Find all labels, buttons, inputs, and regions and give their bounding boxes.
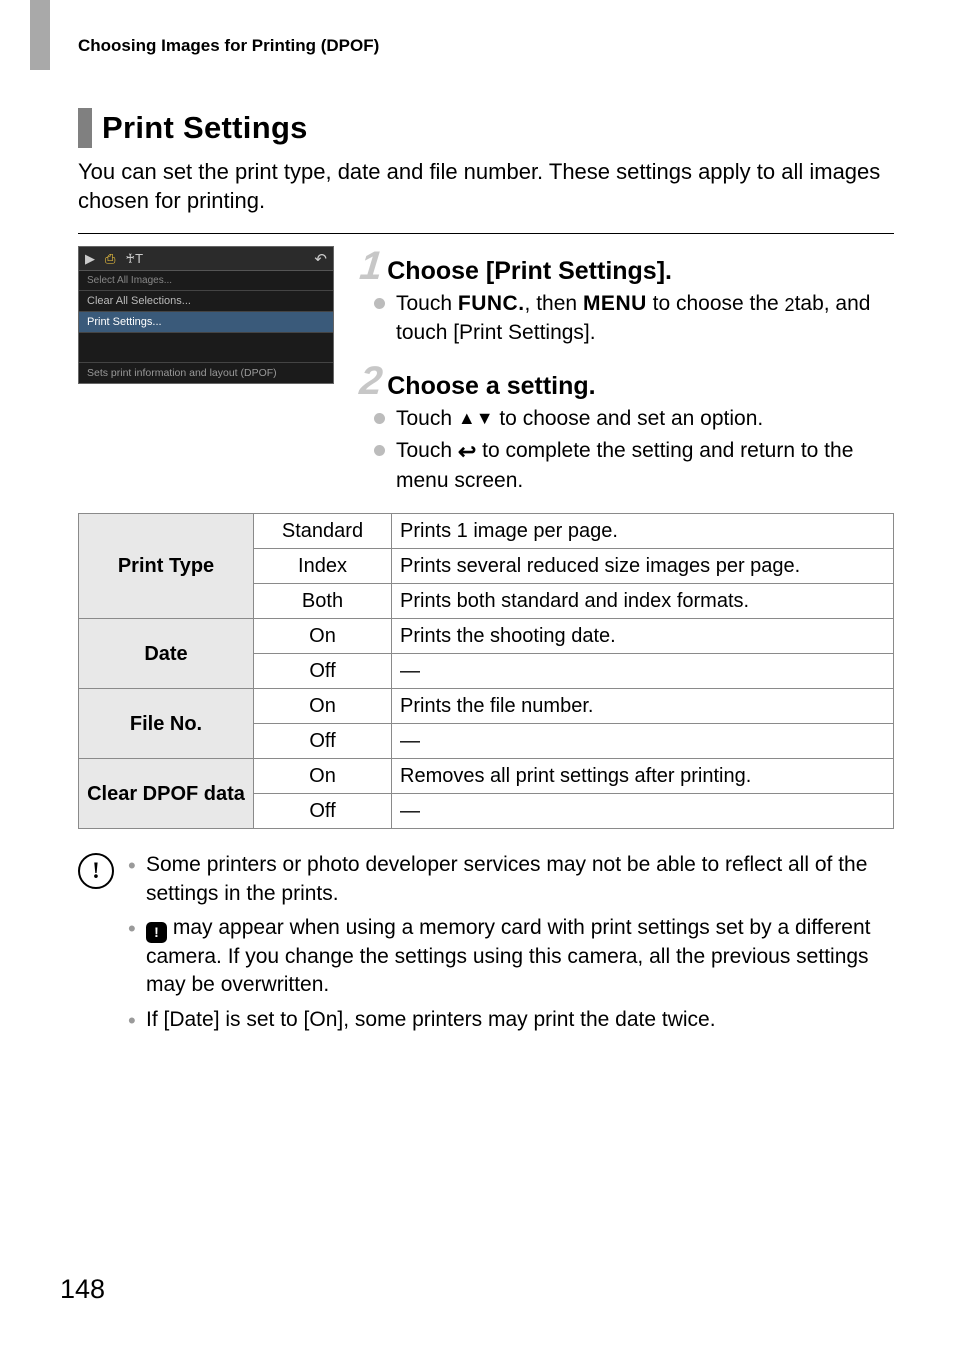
caution-icon: ! [78,853,114,889]
step-text-column: 1 Choose [Print Settings]. Touch FUNC., … [360,246,894,499]
opt-cell: Standard [254,514,392,549]
opt-cell: Off [254,724,392,759]
step-1-number: 1 [358,246,383,286]
caution-item-2: ! may appear when using a memory card wi… [128,914,894,1000]
screenshot-row-selected: Print Settings... [79,312,333,333]
side-tab [30,0,50,70]
opt-cell: Off [254,794,392,829]
step-2-bullet-2: Touch ↩ to complete the setting and retu… [396,437,894,495]
desc-cell: — [392,724,894,759]
opt-cell: On [254,619,392,654]
desc-cell: Prints the shooting date. [392,619,894,654]
steps-area: ▶ ⎙ ♰T ↶ Select All Images... Clear All … [78,246,894,499]
up-down-triangle-icon: ▲▼ [458,406,494,430]
section-accent-bar [78,108,92,148]
step-1-head: 1 Choose [Print Settings]. [360,246,894,286]
opt-cell: On [254,759,392,794]
step-2-title: Choose a setting. [387,372,595,401]
print-tab-icon: ⎙ [105,251,115,267]
screenshot-row-clear: Clear All Selections... [79,291,333,312]
caution-list: Some printers or photo developer service… [128,851,894,1040]
step-2-number: 2 [358,361,383,401]
back-icon: ↶ [314,250,327,268]
step-1-title: Choose [Print Settings]. [387,257,672,286]
step-1-bullet-1: Touch FUNC., then MENU to choose the 2 t… [396,290,894,347]
print-tab-glyph: 2 [785,293,795,317]
caution-item-3: If [Date] is set to [On], some printers … [128,1006,894,1034]
desc-cell: Prints 1 image per page. [392,514,894,549]
return-icon: ↩ [458,437,476,467]
step-2-bullets: Touch ▲▼ to choose and set an option. To… [360,405,894,495]
desc-cell: Removes all print settings after printin… [392,759,894,794]
step-1-bullets: Touch FUNC., then MENU to choose the 2 t… [360,290,894,347]
row-label-print-type: Print Type [79,514,254,619]
desc-cell: Prints the file number. [392,689,894,724]
inline-warning-icon: ! [146,922,167,943]
caution-block: ! Some printers or photo developer servi… [78,851,894,1040]
step-2-head: 2 Choose a setting. [360,361,894,401]
menu-label: MENU [583,292,647,315]
step-2-bullet-1: Touch ▲▼ to choose and set an option. [396,405,894,433]
desc-cell: — [392,654,894,689]
table-row: Clear DPOF data On Removes all print set… [79,759,894,794]
section-title: Print Settings [102,108,308,148]
opt-cell: On [254,689,392,724]
table-row: Date On Prints the shooting date. [79,619,894,654]
play-tab-icon: ▶ [85,251,95,267]
func-label: FUNC. [458,292,525,315]
screenshot-row-dim: Select All Images... [79,271,333,291]
table-row: File No. On Prints the file number. [79,689,894,724]
running-header: Choosing Images for Printing (DPOF) [78,36,894,56]
divider [78,233,894,234]
opt-cell: Both [254,584,392,619]
opt-cell: Off [254,654,392,689]
tools-tab-icon: ♰T [125,251,143,267]
desc-cell: Prints both standard and index formats. [392,584,894,619]
desc-cell: Prints several reduced size images per p… [392,549,894,584]
opt-cell: Index [254,549,392,584]
screenshot-tabs: ▶ ⎙ ♰T ↶ [79,247,333,271]
camera-screenshot: ▶ ⎙ ♰T ↶ Select All Images... Clear All … [78,246,334,384]
row-label-date: Date [79,619,254,689]
intro-paragraph: You can set the print type, date and fil… [78,158,894,215]
row-label-clear-dpof: Clear DPOF data [79,759,254,829]
page-number: 148 [60,1274,105,1305]
row-label-file-no: File No. [79,689,254,759]
settings-table: Print Type Standard Prints 1 image per p… [78,513,894,829]
caution-item-1: Some printers or photo developer service… [128,851,894,908]
section-heading: Print Settings [78,108,894,148]
desc-cell: — [392,794,894,829]
screenshot-footer: Sets print information and layout (DPOF) [79,362,333,383]
table-row: Print Type Standard Prints 1 image per p… [79,514,894,549]
